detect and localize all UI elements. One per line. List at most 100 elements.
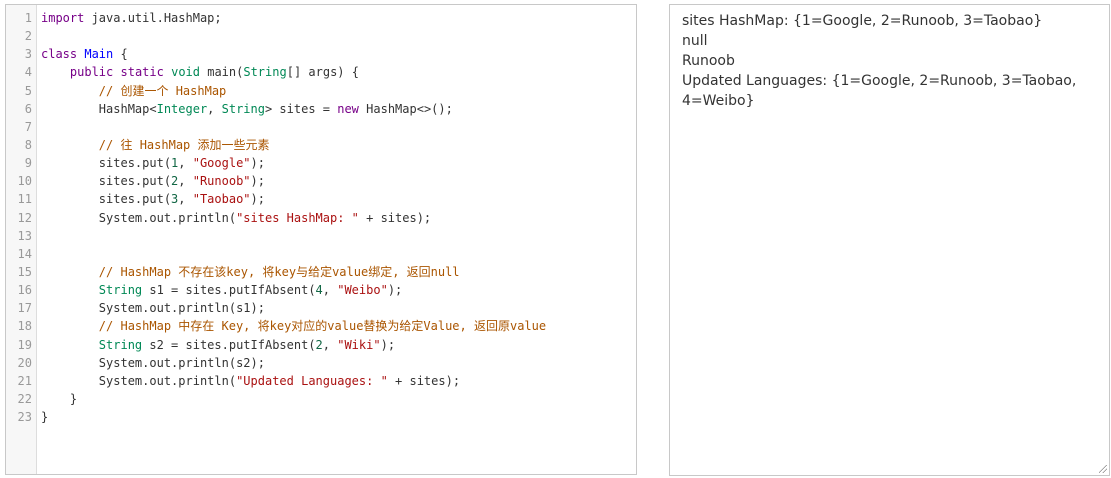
code-token: 4 — [315, 283, 323, 298]
code-area[interactable]: 1 import java.util.HashMap; 2 3 class Main {… — [6, 9, 636, 426]
code-text: import java.util.HashMap; — [41, 9, 222, 27]
code-token: ); — [250, 156, 265, 171]
code-text: } — [41, 390, 77, 408]
code-text: // HashMap 不存在该key, 将key与给定value绑定, 返回nu… — [41, 263, 460, 281]
line-number: 18 — [17, 319, 32, 334]
code-line[interactable]: 4 public static void main(String[] args)… — [6, 63, 636, 81]
code-token: public — [69, 65, 114, 80]
output-line: sites HashMap: {1=Google, 2=Runoob, 3=Ta… — [682, 13, 1043, 29]
code-line[interactable]: 12 System.out.println("sites HashMap: " … — [6, 209, 636, 227]
code-line[interactable]: 3 class Main { — [6, 45, 636, 63]
code-line[interactable]: 9 sites.put(1, "Google"); — [6, 154, 636, 172]
code-token: { — [113, 47, 128, 62]
code-text: } — [41, 408, 48, 426]
code-token: + sites); — [387, 373, 461, 388]
line-number: 14 — [17, 246, 32, 261]
code-token: "Runoob" — [192, 174, 251, 189]
code-token: "Wiki" — [337, 337, 381, 352]
code-token: sites.put( — [41, 192, 172, 207]
code-token: "Updated Languages: " — [236, 373, 388, 388]
code-token: // 创建一个 HashMap — [98, 83, 227, 98]
output-line: Updated Languages: {1=Google, 2=Runoob, … — [682, 73, 1077, 109]
line-number: 15 — [17, 264, 32, 279]
code-token: , — [207, 101, 222, 116]
code-text: sites.put(1, "Google"); — [41, 154, 265, 172]
code-token: 2 — [315, 337, 323, 352]
code-token: void — [171, 65, 200, 80]
code-line[interactable]: 16 String s1 = sites.putIfAbsent(4, "Wei… — [6, 281, 636, 299]
line-number: 20 — [17, 355, 32, 370]
code-line[interactable]: 22 } — [6, 390, 636, 408]
code-token: "Google" — [192, 156, 251, 171]
code-token: String — [98, 283, 143, 298]
code-token: new — [337, 101, 359, 116]
code-line[interactable]: 14 — [6, 245, 636, 263]
output-panel[interactable]: sites HashMap: {1=Google, 2=Runoob, 3=Ta… — [669, 4, 1110, 476]
output-line: null — [682, 33, 708, 49]
code-line[interactable]: 6 HashMap<Integer, String> sites = new H… — [6, 100, 636, 118]
line-number: 13 — [17, 228, 32, 243]
code-line[interactable]: 5 // 创建一个 HashMap — [6, 82, 636, 100]
code-token: java.util.HashMap; — [84, 11, 222, 25]
code-token: Main — [84, 47, 114, 62]
code-token: ); — [250, 192, 265, 207]
code-text: sites.put(2, "Runoob"); — [41, 172, 265, 190]
code-token: System.out.println(s1); — [41, 301, 265, 316]
code-line[interactable]: 13 — [6, 227, 636, 245]
code-line[interactable]: 10 sites.put(2, "Runoob"); — [6, 172, 636, 190]
code-token: Integer — [156, 101, 208, 116]
code-line[interactable]: 18 // HashMap 中存在 Key, 将key对应的value替换为给定… — [6, 317, 636, 335]
code-line[interactable]: 17 System.out.println(s1); — [6, 299, 636, 317]
code-line[interactable]: 21 System.out.println("Updated Languages… — [6, 372, 636, 390]
code-token: [] args) { — [286, 65, 359, 80]
code-line[interactable]: 20 System.out.println(s2); — [6, 354, 636, 372]
resize-handle-icon[interactable] — [1099, 465, 1107, 473]
code-line[interactable]: 2 — [6, 27, 636, 45]
code-token: , — [178, 174, 193, 189]
code-token: , — [178, 156, 193, 171]
code-token: HashMap< — [41, 101, 157, 116]
line-number: 4 — [24, 65, 32, 80]
code-line[interactable]: 23} — [6, 408, 636, 426]
code-line[interactable]: 15 // HashMap 不存在该key, 将key与给定value绑定, 返… — [6, 263, 636, 281]
code-text: System.out.println(s1); — [41, 299, 265, 317]
code-token: System.out.println( — [41, 210, 237, 225]
code-line[interactable]: 1 import java.util.HashMap; — [6, 9, 636, 27]
line-number: 8 — [24, 137, 32, 152]
code-line[interactable]: 8 // 往 HashMap 添加一些元素 — [6, 136, 636, 154]
code-text: public static void main(String[] args) { — [41, 63, 359, 81]
code-text: HashMap<Integer, String> sites = new Has… — [41, 100, 453, 118]
code-token: String — [221, 101, 265, 116]
code-token: class — [41, 47, 78, 62]
code-token: , — [178, 192, 193, 207]
line-number: 23 — [17, 410, 32, 425]
output-line: Runoob — [682, 53, 735, 69]
line-number: 9 — [24, 156, 32, 171]
code-text: // HashMap 中存在 Key, 将key对应的value替换为给定Val… — [41, 317, 546, 335]
line-number: 6 — [24, 101, 32, 116]
line-number: 22 — [17, 391, 32, 406]
code-token: "Taobao" — [192, 192, 251, 207]
code-token: System.out.println( — [41, 373, 237, 388]
code-token: s1 = sites.putIfAbsent( — [142, 283, 316, 298]
code-editor[interactable]: 1 import java.util.HashMap; 2 3 class Main {… — [5, 4, 637, 475]
code-line[interactable]: 11 sites.put(3, "Taobao"); — [6, 190, 636, 208]
code-line[interactable]: 7 — [6, 118, 636, 136]
code-token: + sites); — [358, 210, 432, 225]
code-token: ); — [380, 337, 396, 352]
code-token: String — [243, 65, 287, 80]
line-number: 12 — [17, 210, 32, 225]
line-number: 2 — [24, 29, 32, 44]
line-number: 17 — [17, 301, 32, 316]
line-number: 10 — [17, 174, 32, 189]
code-token: // HashMap 中存在 Key, 将key对应的value替换为给定Val… — [98, 319, 547, 334]
line-number: 5 — [24, 83, 32, 98]
code-line[interactable]: 19 String s2 = sites.putIfAbsent(2, "Wik… — [6, 336, 636, 354]
line-number: 3 — [24, 47, 32, 62]
